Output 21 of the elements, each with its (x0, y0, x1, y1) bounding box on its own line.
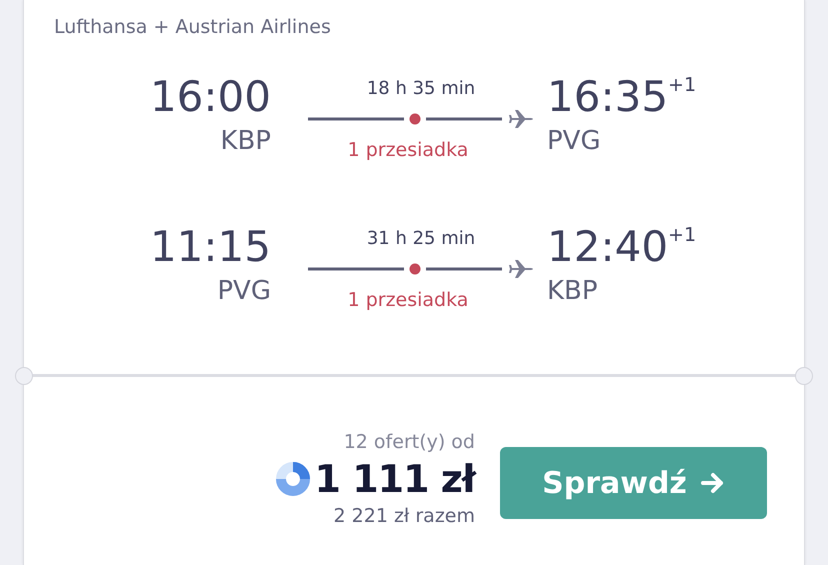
airport-code: PVG (547, 126, 601, 156)
price: 1 111 zł (314, 457, 475, 501)
offers-count: 12 ofert(y) od (344, 431, 475, 453)
airport-code: PVG (217, 276, 271, 306)
stops-label: 1 przesiadka (348, 289, 468, 311)
price-indicator-icon (274, 461, 311, 497)
departure-time: 16:00 (150, 72, 271, 122)
airport-code: KBP (547, 276, 598, 306)
flight-duration: 31 h 25 min (366, 228, 476, 249)
day-offset: +1 (668, 74, 696, 96)
arrival-time: 16:35 (547, 72, 668, 122)
day-offset: +1 (668, 224, 696, 246)
stops-label: 1 przesiadka (348, 139, 468, 161)
arrow-right-icon (700, 472, 725, 494)
flight-duration: 18 h 35 min (366, 78, 476, 99)
check-button[interactable]: Sprawdź (500, 447, 767, 519)
airport-code: KBP (220, 126, 271, 156)
total-price: 2 221 zł razem (334, 505, 475, 527)
airline-name: Lufthansa + Austrian Airlines (54, 16, 332, 38)
arrival-time: 12:40 (547, 222, 668, 272)
departure-time: 11:15 (150, 222, 271, 272)
